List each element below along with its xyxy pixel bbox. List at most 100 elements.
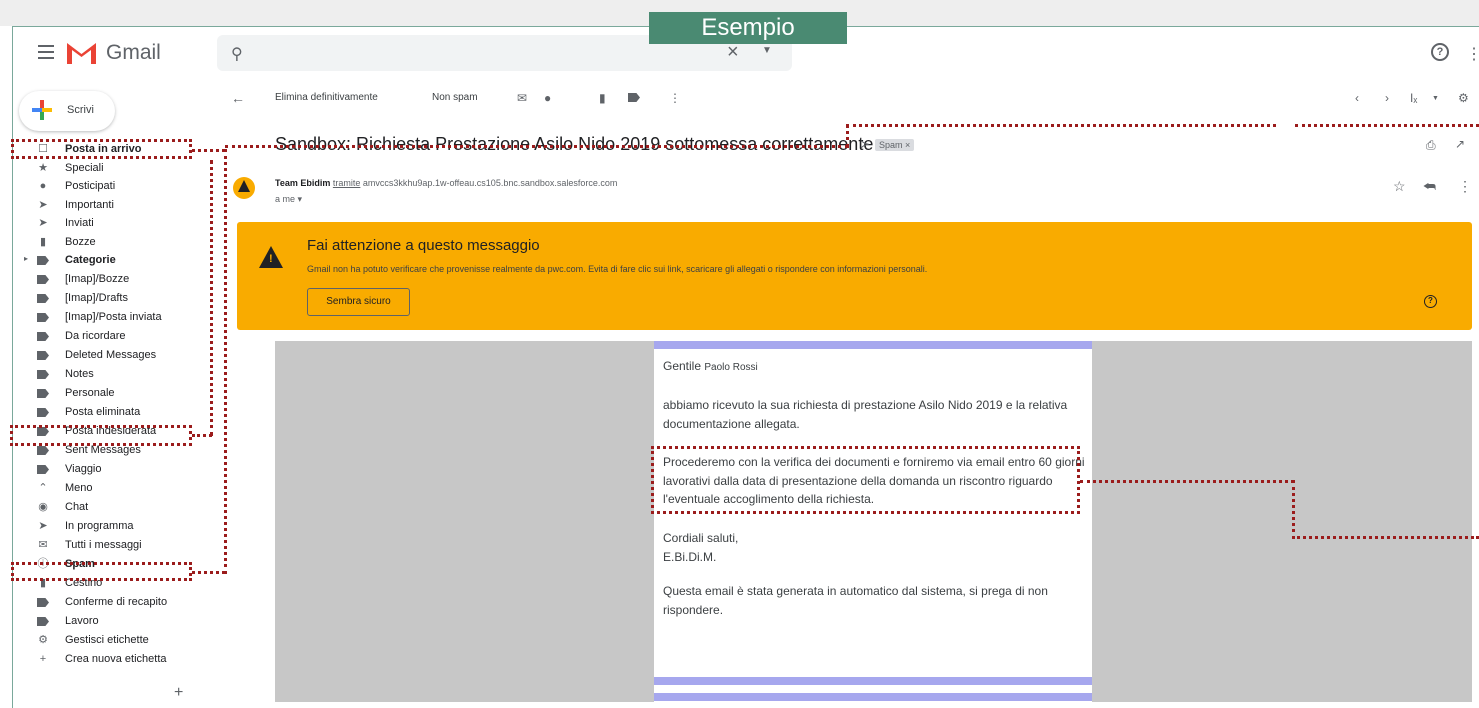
sidebar-item-da-ricordare[interactable]: Da ricordare	[0, 329, 210, 347]
app-name: Gmail	[106, 41, 161, 64]
spam-label-badge[interactable]: Spam ×	[875, 139, 915, 151]
recipient-dropdown[interactable]: a me ▾	[275, 194, 302, 205]
looks-safe-button[interactable]: Sembra sicuro	[307, 288, 410, 316]
recipient-name: Paolo Rossi	[704, 362, 758, 373]
sidebar-item-personale[interactable]: Personale	[0, 386, 210, 404]
sidebar-item-viaggio[interactable]: Viaggio	[0, 462, 210, 480]
sidebar-item-sent[interactable]: ➤ Inviati	[0, 216, 210, 234]
gmail-logo-icon	[67, 43, 96, 64]
input-tools-icon[interactable]: Iₓ	[1410, 91, 1417, 105]
snooze-icon[interactable]: ●	[544, 91, 551, 105]
sidebar-item-scheduled[interactable]: ➤ In programma	[0, 519, 210, 537]
annotation-connector	[1292, 480, 1295, 539]
annotation-connector	[224, 149, 227, 574]
draft-icon: ▮	[39, 236, 47, 248]
sidebar-item-chat[interactable]: ◉ Chat	[0, 500, 210, 518]
expand-arrow-icon[interactable]: ▸	[24, 254, 28, 263]
phishing-warning-banner: ! Fai attenzione a questo messaggio Gmai…	[237, 222, 1472, 330]
search-input[interactable]	[261, 43, 721, 63]
sidebar-item-lavoro[interactable]: Lavoro	[0, 614, 210, 632]
sidebar-item-label: Posta eliminata	[65, 406, 141, 418]
sidebar-item-imap-bozze[interactable]: [Imap]/Bozze	[0, 272, 210, 290]
input-tools-caret-icon[interactable]: ▼	[1432, 95, 1439, 102]
more-actions-icon[interactable]: ⋮	[669, 91, 681, 105]
apps-grid-icon[interactable]: ⋮⋮	[1466, 44, 1479, 64]
warning-triangle-icon	[238, 180, 250, 192]
label-icon	[37, 406, 49, 418]
email-greeting: Gentile Paolo Rossi	[663, 357, 1088, 378]
sidebar-item-label: [Imap]/Bozze	[65, 273, 130, 285]
email-content-card: Gentile Paolo Rossi abbiamo ricevuto la …	[654, 341, 1092, 702]
label-icon	[37, 273, 49, 285]
sidebar-item-imap-drafts[interactable]: [Imap]/Drafts	[0, 291, 210, 309]
sidebar-item-manage-labels[interactable]: ⚙ Gestisci etichette	[0, 633, 210, 651]
important-icon: ➤	[38, 199, 48, 211]
importance-marker-icon[interactable]: ≻	[860, 137, 870, 151]
label-icon	[37, 615, 49, 627]
annotation-box-paragraph	[651, 446, 1080, 514]
next-icon[interactable]: ›	[1385, 91, 1389, 105]
sender-line: Team Ebidim tramite amvccs3kkhu9ap.1w-of…	[275, 178, 617, 188]
label-icon	[37, 292, 49, 304]
move-to-icon[interactable]: ▮	[599, 91, 606, 105]
compose-plus-icon	[32, 100, 52, 120]
add-chat-plus-icon[interactable]: +	[174, 684, 183, 702]
sidebar-item-drafts[interactable]: ▮ Bozze	[0, 235, 210, 253]
not-spam-button[interactable]: Non spam	[432, 92, 478, 103]
annotation-connector	[192, 149, 225, 152]
annotation-connector	[192, 571, 225, 574]
via-link[interactable]: tramite	[333, 178, 361, 188]
sidebar-item-all-mail[interactable]: ✉ Tutti i messaggi	[0, 538, 210, 556]
send-icon: ➤	[38, 217, 48, 229]
back-arrow-icon[interactable]: ←	[231, 90, 245, 106]
sidebar-item-label: Tutti i messaggi	[65, 539, 142, 551]
sidebar-item-deleted-messages[interactable]: Deleted Messages	[0, 348, 210, 366]
reply-icon[interactable]: ⮪	[1423, 178, 1436, 195]
settings-gear-icon[interactable]: ⚙	[1458, 91, 1469, 105]
search-options-icon[interactable]: ▼	[762, 45, 772, 56]
sidebar-item-label: [Imap]/Posta inviata	[65, 311, 162, 323]
email-closing-2: E.Bi.Di.M.	[663, 550, 717, 564]
sidebar-item-label: Crea nuova etichetta	[65, 653, 167, 665]
sidebar-item-create-label[interactable]: + Crea nuova etichetta	[0, 652, 210, 670]
sidebar-item-label: Gestisci etichette	[65, 634, 149, 646]
sidebar-item-label: Notes	[65, 368, 94, 380]
sidebar-item-less[interactable]: ⌃ Meno	[0, 481, 210, 499]
annotation-connector	[225, 145, 848, 148]
compose-button[interactable]: Scrivi	[19, 91, 115, 131]
email-closing-1: Cordiali saluti,	[663, 531, 739, 545]
more-options-icon[interactable]: ⋮	[1458, 178, 1472, 195]
search-icon[interactable]: ⚲	[231, 44, 243, 64]
sidebar-item-imap-posta-inviata[interactable]: [Imap]/Posta inviata	[0, 310, 210, 328]
example-banner: Esempio	[649, 12, 847, 44]
sidebar-item-snoozed[interactable]: ● Posticipati	[0, 179, 210, 197]
previous-icon[interactable]: ‹	[1355, 91, 1359, 105]
sidebar-item-label: [Imap]/Drafts	[65, 292, 128, 304]
main-menu-icon[interactable]	[38, 45, 54, 59]
label-icon	[37, 596, 49, 608]
sidebar-item-label: Chat	[65, 501, 89, 513]
labels-icon[interactable]	[628, 91, 640, 105]
star-icon[interactable]: ☆	[1393, 178, 1406, 195]
help-icon[interactable]: ?	[1424, 295, 1437, 308]
sidebar-item-notes[interactable]: Notes	[0, 367, 210, 385]
mark-unread-icon[interactable]: ✉	[517, 91, 527, 105]
sidebar-item-starred[interactable]: ★ Speciali	[0, 161, 210, 179]
sidebar-item-conferme-di-recapito[interactable]: Conferme di recapito	[0, 595, 210, 613]
help-icon[interactable]: ?	[1431, 43, 1449, 61]
sidebar-item-categories[interactable]: ▸ Categorie	[0, 253, 210, 271]
clear-search-icon[interactable]: ×	[727, 41, 739, 64]
sender-name: Team Ebidim	[275, 178, 331, 188]
sidebar-item-important[interactable]: ➤ Importanti	[0, 198, 210, 216]
plus-icon: +	[39, 653, 47, 665]
label-icon	[37, 349, 49, 361]
sidebar-item-label: Meno	[65, 482, 93, 494]
warning-text: Gmail non ha potuto verificare che prove…	[307, 264, 928, 274]
sidebar-item-posta-eliminata[interactable]: Posta eliminata	[0, 405, 210, 423]
delete-forever-button[interactable]: Elimina definitivamente	[275, 92, 378, 103]
print-icon[interactable]: ⎙	[1426, 138, 1436, 153]
open-new-window-icon[interactable]: ↗	[1455, 137, 1465, 151]
slide-frame: Gmail ⚲ × ▼ ? ⋮⋮ Scrivi ☐ Posta in arriv…	[0, 0, 1479, 708]
sidebar-item-label: Personale	[65, 387, 115, 399]
compose-label: Scrivi	[67, 104, 94, 116]
